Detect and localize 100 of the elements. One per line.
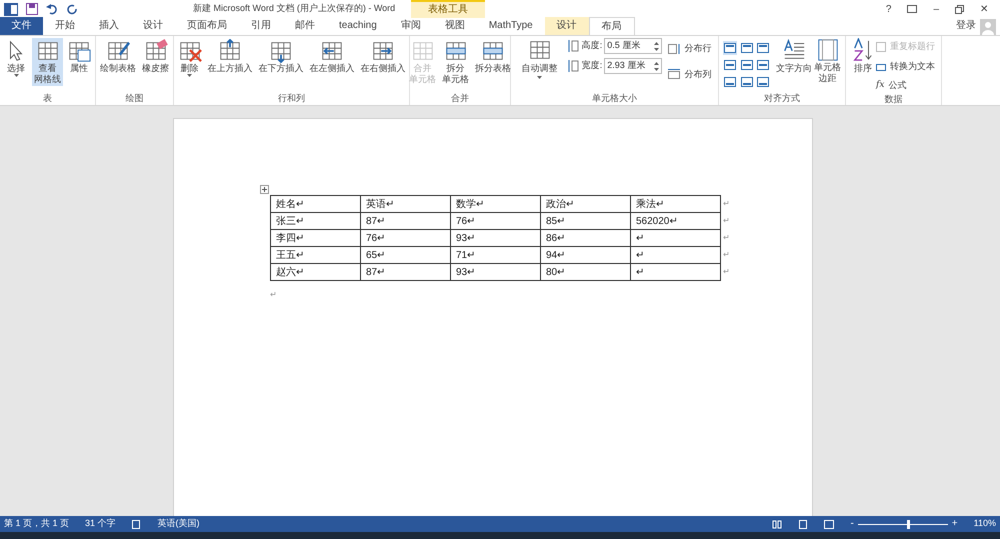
language-status: 英语(美国) (158, 517, 200, 530)
close-button[interactable]: ✕ (980, 2, 988, 16)
undo-icon[interactable] (46, 3, 58, 15)
align-button[interactable] (740, 58, 754, 72)
sort-button[interactable]: 排序 (852, 38, 874, 76)
row-end-mark: ↵ (720, 246, 730, 264)
zoom-slider-thumb[interactable] (907, 520, 910, 528)
row-height-icon (568, 39, 580, 53)
table-cell: 93↵ (450, 264, 540, 280)
distribute-columns-button[interactable]: 分布列 (668, 68, 712, 81)
ribbon-tab[interactable]: 邮件 (283, 17, 327, 35)
ribbon-button[interactable]: 在左侧插入 (308, 38, 356, 75)
table-cell: 英语↵ (360, 196, 450, 212)
ribbon-tab[interactable]: 视图 (432, 17, 477, 35)
autofit-button[interactable]: 自动调整 (518, 38, 562, 78)
row-end-mark: ↵ (720, 230, 730, 246)
table-cell: 87↵ (360, 212, 450, 230)
word-logo-icon (4, 2, 18, 16)
ribbon-button[interactable]: 绘制表格 (98, 38, 138, 75)
redo-icon[interactable] (66, 3, 78, 15)
ribbon-button[interactable]: 在下方插入 (256, 38, 306, 75)
row-height-spin-field[interactable]: 0.5 厘米 (604, 38, 662, 54)
spin-arrows-icon[interactable] (654, 62, 660, 70)
ribbon-tab[interactable]: 文件 (0, 17, 43, 35)
page-count: 第 1 页，共 1 页 (4, 517, 70, 530)
group-label: 单元格大小 (592, 92, 637, 105)
align-button[interactable] (740, 41, 754, 55)
align-button[interactable] (723, 75, 737, 89)
ribbon-tab[interactable]: 页面布局 (175, 17, 239, 35)
table-cell: 94↵ (540, 246, 630, 264)
group-label: 绘图 (126, 92, 144, 105)
group-label: 合并 (451, 92, 469, 105)
contextual-tab-header: 表格工具 (411, 0, 486, 18)
read-mode-icon[interactable] (772, 520, 782, 528)
row-end-mark: ↵ (720, 196, 730, 212)
ribbon-tab[interactable]: 开始 (43, 17, 87, 35)
table-cell: 80↵ (540, 264, 630, 280)
restore-icon[interactable] (955, 4, 964, 14)
text-direction-button[interactable]: 文字方向 (776, 38, 812, 76)
table-cell: 姓名↵ (270, 196, 360, 212)
group-label: 表 (43, 92, 52, 105)
formula-button[interactable]: fx 公式 (876, 79, 935, 92)
ribbon-button[interactable]: 删除 (176, 38, 204, 78)
ribbon-tab[interactable]: 引用 (239, 17, 283, 35)
table-cell: 86↵ (540, 230, 630, 246)
split-table-icon (481, 39, 505, 63)
zoom-level[interactable]: 110% (974, 517, 996, 531)
table-cell: 数学↵ (450, 196, 540, 212)
help-button[interactable]: ? (886, 2, 892, 16)
column-width-icon (568, 59, 580, 73)
align-button[interactable] (740, 75, 754, 89)
table-move-handle-icon[interactable] (260, 185, 269, 194)
ribbon-button[interactable]: 属性 (65, 38, 93, 75)
sign-in-link[interactable]: 登录 (956, 18, 976, 33)
convert-to-text-button[interactable]: 转换为文本 (876, 60, 935, 73)
group-label: 行和列 (278, 92, 305, 105)
save-icon[interactable] (26, 3, 38, 15)
column-width-spin-field[interactable]: 2.93 厘米 (604, 58, 662, 74)
ribbon-tab[interactable]: teaching (327, 17, 389, 35)
minimize-button[interactable]: – (933, 2, 939, 16)
ribbon-tab[interactable]: 设计 (131, 17, 175, 35)
ribbon-tab[interactable]: 审阅 (388, 17, 433, 35)
ribbon-tab[interactable]: 布局 (588, 17, 635, 35)
ribbon-tab[interactable]: 插入 (87, 17, 131, 35)
window-title: 新建 Microsoft Word 文档 (用户上次保存的) - Word (193, 2, 396, 16)
insert-above-icon (218, 39, 242, 63)
align-button[interactable] (756, 58, 770, 72)
ribbon-button[interactable]: 拆分表格 (473, 38, 513, 75)
ribbon-button[interactable]: 拆分 单元格 (440, 38, 471, 86)
table-grid-icon (36, 39, 60, 63)
align-button[interactable] (723, 41, 737, 55)
web-layout-icon[interactable] (824, 520, 834, 528)
table-cell: ↵ (630, 246, 720, 264)
row-end-mark: ↵ (720, 212, 730, 230)
distribute-rows-button[interactable]: 分布行 (668, 42, 712, 56)
row-end-mark: ↵ (720, 264, 730, 280)
print-layout-icon[interactable] (798, 520, 808, 528)
distribute-rows-icon (668, 44, 680, 54)
ribbon-button[interactable]: 在右侧插入 (358, 38, 408, 75)
ribbon-button[interactable]: 橡皮擦 (140, 38, 171, 75)
zoom-in-button[interactable]: + (952, 518, 958, 530)
ribbon-button[interactable]: 查看 网格线 (32, 38, 63, 86)
group-label: 数据 (884, 92, 902, 106)
align-button[interactable] (756, 41, 770, 55)
ribbon-tab[interactable]: MathType (476, 17, 545, 35)
paragraph-mark: ↵ (270, 290, 277, 299)
zoom-out-button[interactable]: - (850, 518, 854, 530)
ribbon-button[interactable]: 在上方插入 (206, 38, 254, 75)
text-direction-icon (782, 38, 806, 62)
cell-margins-button[interactable]: 单元格 边距 (814, 38, 841, 84)
align-button[interactable] (756, 75, 770, 89)
pencil-table-icon (106, 39, 130, 63)
repeat-header-icon (876, 42, 886, 52)
table-cell: ↵ (630, 230, 720, 246)
ribbon-button[interactable]: 选择 (2, 38, 30, 78)
ribbon-tab[interactable]: 设计 (544, 17, 589, 35)
spin-arrows-icon[interactable] (654, 42, 660, 50)
table-cell: 93↵ (450, 230, 540, 246)
align-button[interactable] (723, 58, 737, 72)
ribbon-display-icon[interactable] (907, 5, 918, 13)
